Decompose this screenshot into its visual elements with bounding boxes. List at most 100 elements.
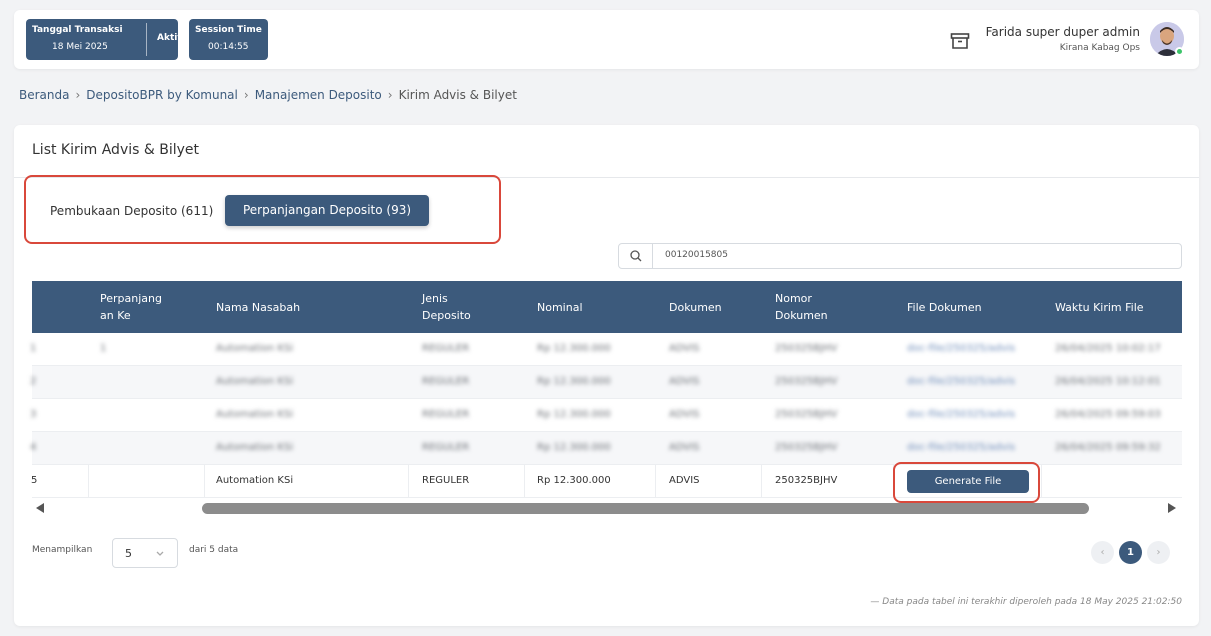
- tab-perpanjangan-deposito[interactable]: Perpanjangan Deposito (93): [225, 195, 429, 226]
- pagination-next-button[interactable]: ›: [1147, 541, 1170, 564]
- transaction-date-title: Tanggal Transaksi: [32, 25, 123, 35]
- column-divider: [204, 465, 205, 498]
- breadcrumb: Beranda › DepositoBPR by Komunal › Manajemen…: [19, 88, 517, 102]
- page-size-select[interactable]: 5: [112, 538, 178, 568]
- breadcrumb-beranda[interactable]: Beranda: [19, 88, 69, 102]
- row-nominal: Rp 12.300.000: [537, 475, 611, 486]
- row-nama-nasabah: Automation KSi: [216, 376, 294, 387]
- transaction-date-value: 18 Mei 2025: [52, 42, 108, 52]
- column-divider: [761, 465, 762, 498]
- column-header-nomor-dokumen: Nomor Dokumen: [775, 292, 828, 322]
- scroll-right-arrow[interactable]: [1168, 503, 1176, 513]
- generate-file-button[interactable]: Generate File: [907, 470, 1029, 493]
- row-waktu-kirim: 26/04/2025 10:12:01: [1055, 376, 1161, 387]
- session-time-chip: Session Time 00:14:55: [189, 19, 268, 60]
- data-timestamp-note: — Data pada tabel ini terakhir diperoleh…: [870, 597, 1182, 607]
- row-waktu-kirim: 26/04/2025 10:02:17: [1055, 343, 1161, 354]
- row-jenis-deposito: REGULER: [422, 343, 470, 354]
- row-waktu-kirim: 26/04/2025 09:59:03: [1055, 409, 1161, 420]
- column-header-dokumen: Dokumen: [669, 300, 722, 314]
- breadcrumb-manajemen-deposito[interactable]: Manajemen Deposito: [255, 88, 382, 102]
- table-row: 1 1 Automation KSi REGULER Rp 12.300.000…: [30, 333, 1182, 366]
- column-header-perpanjangan-ke: Perpanjang an Ke: [100, 292, 162, 322]
- column-header-jenis-deposito: Jenis Deposito: [422, 292, 471, 322]
- search-icon: [619, 244, 653, 268]
- breadcrumb-separator: ›: [387, 88, 393, 102]
- row-jenis-deposito: REGULER: [422, 475, 470, 486]
- transaction-date-chip: Tanggal Transaksi 18 Mei 2025 Aktif: [26, 19, 182, 60]
- column-header-file-dokumen: File Dokumen: [907, 300, 982, 314]
- column-divider: [408, 465, 409, 498]
- row-nominal: Rp 12.300.000: [537, 442, 611, 453]
- show-label: Menampilkan: [32, 545, 93, 555]
- session-time-value: 00:14:55: [208, 42, 249, 52]
- column-header-nama-nasabah: Nama Nasabah: [216, 300, 301, 314]
- row-waktu-kirim: 26/04/2025 09:59:32: [1055, 442, 1161, 453]
- tab-pembukaan-deposito[interactable]: Pembukaan Deposito (611): [50, 204, 213, 218]
- row-nama-nasabah: Automation KSi: [216, 442, 294, 453]
- row-nomor-dokumen: 250325BJHV: [775, 343, 838, 354]
- row-number: 4: [30, 442, 37, 453]
- breadcrumb-depositobpr[interactable]: DepositoBPR by Komunal: [86, 88, 238, 102]
- breadcrumb-separator: ›: [243, 88, 249, 102]
- pagination-prev-button[interactable]: ‹: [1091, 541, 1114, 564]
- row-number: 5: [31, 475, 38, 486]
- user-name[interactable]: Farida super duper admin: [986, 25, 1140, 39]
- row-nomor-dokumen: 250325BJHV: [775, 442, 838, 453]
- row-nominal: Rp 12.300.000: [537, 343, 611, 354]
- transaction-status: Aktif: [157, 33, 182, 43]
- row-number: 2: [30, 376, 37, 387]
- row-nomor-dokumen: 250325BJHV: [775, 376, 838, 387]
- column-divider: [655, 465, 656, 498]
- column-header-no: [32, 281, 92, 333]
- search-input[interactable]: 00120015805: [665, 250, 728, 260]
- table-row: 4 Automation KSi REGULER Rp 12.300.000 A…: [30, 432, 1182, 465]
- row-file-link[interactable]: doc-file/250325/advis: [907, 399, 1015, 431]
- session-time-title: Session Time: [195, 25, 262, 35]
- main-card: List Kirim Advis & Bilyet Pembukaan Depo…: [14, 125, 1199, 626]
- pagination-page-1[interactable]: 1: [1119, 541, 1142, 564]
- breadcrumb-separator: ›: [75, 88, 81, 102]
- online-status-dot: [1175, 47, 1184, 56]
- row-dokumen: ADVIS: [669, 442, 700, 453]
- row-nama-nasabah: Automation KSi: [216, 409, 294, 420]
- row-file-link[interactable]: doc-file/250325/advis: [907, 432, 1015, 464]
- row-file-link[interactable]: doc-file/250325/advis: [907, 333, 1015, 365]
- column-header-nominal: Nominal: [537, 300, 583, 314]
- column-header-waktu-kirim-file: Waktu Kirim File: [1055, 300, 1144, 314]
- archive-icon[interactable]: [950, 32, 970, 50]
- column-divider: [1041, 465, 1042, 498]
- row-nama-nasabah: Automation KSi: [216, 343, 294, 354]
- row-nominal: Rp 12.300.000: [537, 376, 611, 387]
- chip-divider: [146, 23, 147, 56]
- row-nominal: Rp 12.300.000: [537, 409, 611, 420]
- scroll-left-arrow[interactable]: [36, 503, 44, 513]
- table-row: 2 Automation KSi REGULER Rp 12.300.000 A…: [30, 366, 1182, 399]
- row-dokumen: ADVIS: [669, 376, 700, 387]
- user-role: Kirana Kabag Ops: [1059, 43, 1140, 53]
- row-jenis-deposito: REGULER: [422, 376, 470, 387]
- column-divider: [88, 465, 89, 498]
- row-dokumen: ADVIS: [669, 343, 700, 354]
- column-divider: [524, 465, 525, 498]
- row-jenis-deposito: REGULER: [422, 442, 470, 453]
- chevron-down-icon: [156, 551, 164, 556]
- row-number: 3: [30, 409, 37, 420]
- total-count-label: dari 5 data: [189, 545, 239, 555]
- table-row: 3 Automation KSi REGULER Rp 12.300.000 A…: [30, 399, 1182, 432]
- row-nama-nasabah: Automation KSi: [216, 475, 294, 486]
- breadcrumb-current: Kirim Advis & Bilyet: [398, 88, 517, 102]
- top-bar: Tanggal Transaksi 18 Mei 2025 Aktif Sess…: [14, 10, 1199, 69]
- search-box[interactable]: 00120015805: [618, 243, 1182, 269]
- row-nomor-dokumen: 250325BJHV: [775, 409, 838, 420]
- table-row: 5 Automation KSi REGULER Rp 12.300.000 A…: [31, 462, 1182, 503]
- horizontal-scrollbar-thumb[interactable]: [202, 503, 1089, 514]
- row-nomor-dokumen: 250325BJHV: [775, 475, 838, 486]
- page-title: List Kirim Advis & Bilyet: [32, 142, 200, 158]
- row-number: 1: [30, 343, 37, 354]
- row-file-link[interactable]: doc-file/250325/advis: [907, 366, 1015, 398]
- table-header: Perpanjang an Ke Nama Nasabah Jenis Deposi…: [32, 281, 1182, 333]
- row-dokumen: ADVIS: [669, 409, 700, 420]
- row-jenis-deposito: REGULER: [422, 409, 470, 420]
- page-size-value: 5: [125, 547, 132, 560]
